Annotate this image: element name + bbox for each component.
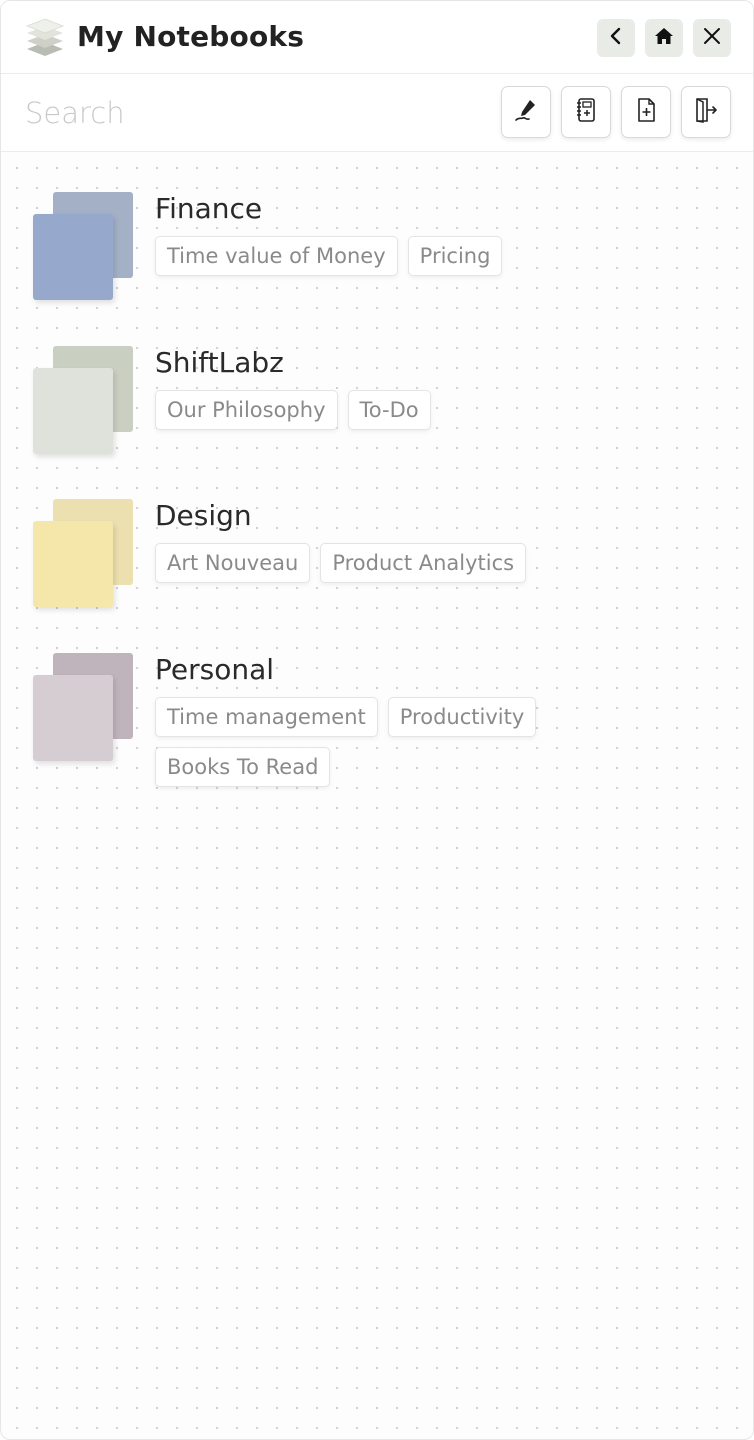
tag[interactable]: Time value of Money: [155, 236, 398, 276]
file-plus-icon: [633, 97, 659, 127]
notebook-title: ShiftLabz: [155, 346, 284, 379]
back-button[interactable]: [597, 19, 635, 57]
search-toolbar: [1, 74, 753, 152]
cover-front-sheet: [33, 675, 113, 761]
notebook-title: Personal: [155, 653, 275, 686]
close-icon: [702, 26, 722, 50]
notebook-list: Finance Time value of Money Pricing Shift…: [1, 152, 753, 1439]
home-button[interactable]: [645, 19, 683, 57]
tag-list: Our Philosophy To-Do: [155, 390, 715, 440]
home-icon: [654, 26, 674, 50]
tag-list: Time management Productivity Books To Read: [155, 697, 575, 797]
exit-door-icon: [693, 97, 719, 127]
tag[interactable]: Our Philosophy: [155, 390, 338, 430]
notebooks-window: My Notebooks Search Finance Time value o…: [0, 0, 754, 1440]
notebook-cover: [31, 192, 135, 304]
layers-stack-icon: [25, 18, 65, 58]
tag-list: Time value of Money Pricing: [155, 236, 715, 286]
tag[interactable]: Pricing: [407, 236, 503, 276]
notebook-cover: [31, 653, 135, 765]
close-button[interactable]: [693, 19, 731, 57]
cover-front-sheet: [33, 368, 113, 454]
page-title: My Notebooks: [77, 20, 305, 53]
tag[interactable]: Time management: [155, 697, 378, 737]
cover-front-sheet: [33, 214, 113, 300]
notebook-title: Finance: [155, 192, 263, 225]
new-notebook-button[interactable]: [561, 86, 611, 138]
pen-icon: [513, 97, 539, 127]
tag[interactable]: To-Do: [347, 390, 431, 430]
notebook-title: Design: [155, 499, 252, 532]
cover-front-sheet: [33, 521, 113, 607]
chevron-left-icon: [606, 26, 626, 50]
tag[interactable]: Productivity: [387, 697, 537, 737]
tag[interactable]: Art Nouveau: [155, 543, 311, 583]
new-page-button[interactable]: [621, 86, 671, 138]
notebook-cover: [31, 499, 135, 611]
search-input[interactable]: [23, 92, 467, 134]
exit-button[interactable]: [681, 86, 731, 138]
header-bar: My Notebooks: [1, 1, 753, 74]
notebook-icon: [573, 97, 599, 127]
notebook-cover: [31, 346, 135, 458]
tag-list: Art Nouveau Product Analytics: [155, 543, 715, 593]
tag[interactable]: Product Analytics: [320, 543, 527, 583]
edit-button[interactable]: [501, 86, 551, 138]
tag[interactable]: Books To Read: [155, 747, 331, 787]
